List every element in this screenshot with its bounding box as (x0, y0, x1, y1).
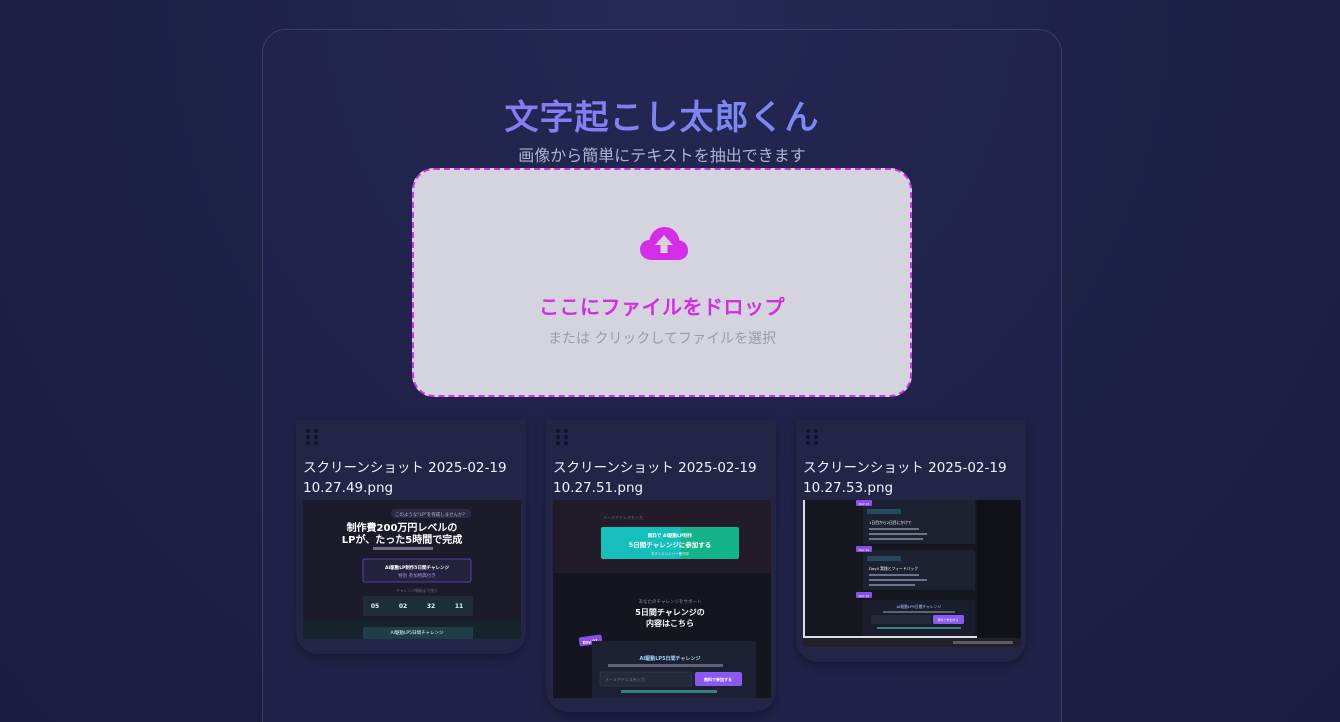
thumb-countdown-days: 05 (371, 603, 379, 610)
thumb-line-1: 1日目から2日目にかけて (869, 520, 912, 525)
thumb-cta-1: 無料で AI駆動LP制作 (648, 532, 693, 539)
thumb-tag-2: DAY 04 (859, 548, 870, 552)
thumb-cta-2: 5日間チャレンジに参加する (629, 540, 711, 549)
file-thumbnail: メールアドレスを入力 無料で AI駆動LP制作 5日間チャレンジに参加する 今す… (553, 500, 771, 698)
dropzone-subtitle: または クリックしてファイルを選択 (547, 331, 777, 347)
app-title: 文字起こし太郎くん (263, 90, 1061, 139)
drag-handle-icon[interactable] (556, 429, 570, 445)
thumb-tag-1: DAY 03 (859, 502, 870, 506)
thumb-bottom: AI駆動LP5日間チャレンジ (391, 629, 444, 636)
thumb-section-small: あなたのチャレンジをサポート (639, 598, 702, 605)
thumb-box-button: 無料で参加する (704, 676, 732, 682)
thumb-box-2: 特別 参加特典付き (398, 572, 435, 579)
drag-handle-icon[interactable] (806, 429, 820, 445)
thumb-cta-3: 今すぐエントリー受付中 (651, 551, 690, 556)
thumb-countdown-hours: 02 (399, 603, 407, 610)
file-card[interactable]: スクリーンショット 2025-02-19 10.27.53.png DAY 03… (796, 420, 1026, 662)
file-name: スクリーンショット 2025-02-19 10.27.49.png (303, 460, 507, 496)
thumb-line-2: Day4 実践とフィードバック (869, 566, 918, 571)
file-dropzone[interactable]: ここにファイルをドロップ または クリックしてファイルを選択 (412, 168, 912, 397)
file-card[interactable]: スクリーンショット 2025-02-19 10.27.51.png メールアドレ… (546, 420, 776, 712)
thumb-section-1: 5日間チャレンジの (635, 608, 705, 617)
file-card[interactable]: スクリーンショット 2025-02-19 10.27.49.png このような"… (296, 420, 526, 654)
thumb-countdown-seconds: 11 (455, 603, 463, 610)
thumb-box-title: AI駆動LP5日間チャレンジ (897, 604, 942, 609)
thumb-button: 無料で参加する (937, 617, 958, 622)
thumb-countdown-minutes: 32 (427, 603, 435, 610)
cloud-upload-icon (640, 227, 688, 260)
dropzone-title: ここにファイルをドロップ (539, 295, 785, 319)
thumb-headline-1: 制作費200万円レベルの (347, 521, 458, 534)
thumb-countdown-label: チャレンジ開始まで残り (396, 588, 438, 593)
file-thumbnail: このような"LP"を作成しませんか？ 制作費200万円レベルの LPが、たった5… (303, 500, 521, 639)
thumb-box-input: メールアドレスを入力 (605, 676, 645, 682)
thumb-box-title: AI駆動LP5日間チャレンジ (639, 655, 700, 662)
thumb-tag-3: DAY 05 (859, 594, 870, 598)
file-name: スクリーンショット 2025-02-19 10.27.51.png (553, 460, 757, 496)
thumb-box-1: AI駆動LP制作5日間チャレンジ (385, 564, 449, 571)
thumb-section-2: 内容はこちら (646, 618, 694, 628)
thumb-input: メールアドレスを入力 (603, 514, 643, 520)
file-thumbnail: DAY 03 1日目から2日目にかけて DAY 04 Day4 実践とフィードバ… (803, 500, 1021, 647)
thumb-headline-2: LPが、たった5時間で完成 (342, 533, 462, 546)
drag-handle-icon[interactable] (306, 429, 320, 445)
file-name: スクリーンショット 2025-02-19 10.27.53.png (803, 460, 1007, 496)
app-subtitle: 画像から簡単にテキストを抽出できます (518, 146, 806, 165)
thumb-badge: このような"LP"を作成しませんか？ (395, 511, 467, 518)
